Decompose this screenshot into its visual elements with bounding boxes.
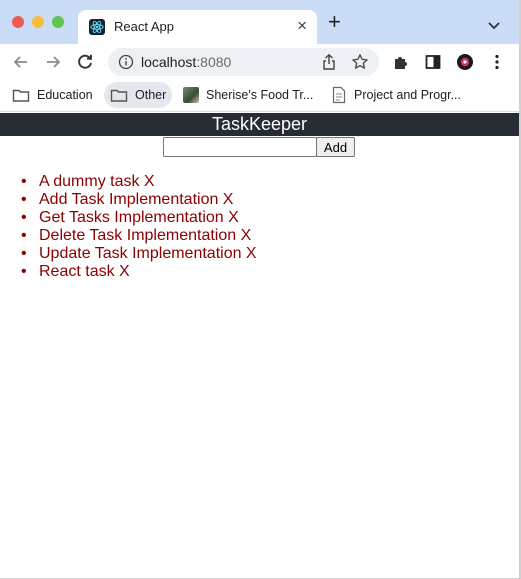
bookmark-label: Project and Progr... xyxy=(354,88,462,102)
bookmark-education[interactable]: Education xyxy=(6,82,99,108)
site-thumbnail-icon xyxy=(183,87,199,103)
reload-icon[interactable] xyxy=(75,52,95,72)
url-text: localhost:8080 xyxy=(141,54,231,70)
task-item[interactable]: Get Tasks Implementation X xyxy=(21,209,257,227)
maximize-window-button[interactable] xyxy=(52,16,64,28)
profile-avatar-icon[interactable] xyxy=(455,52,475,72)
bookmark-label: Other xyxy=(135,88,167,102)
tab-search-chevron-icon[interactable] xyxy=(487,18,501,36)
share-icon[interactable] xyxy=(320,53,338,76)
site-info-icon[interactable] xyxy=(118,54,134,75)
url-host: localhost xyxy=(141,54,197,70)
document-icon xyxy=(332,86,346,104)
task-item[interactable]: Delete Task Implementation X xyxy=(21,227,257,245)
task-item[interactable]: React task X xyxy=(21,263,257,281)
browser-menu-icon[interactable] xyxy=(487,52,507,72)
tab-close-icon[interactable]: × xyxy=(297,16,307,36)
close-window-button[interactable] xyxy=(12,16,24,28)
minimize-window-button[interactable] xyxy=(32,16,44,28)
side-panel-icon[interactable] xyxy=(423,52,443,72)
tab-title: React App xyxy=(114,19,174,34)
folder-icon xyxy=(12,89,30,102)
new-tab-button[interactable]: + xyxy=(328,11,341,33)
task-list: A dummy task X Add Task Implementation X… xyxy=(21,173,257,281)
extensions-puzzle-icon[interactable] xyxy=(391,52,411,72)
browser-window: React App × + localhost:8080 Education O… xyxy=(0,0,521,579)
task-input[interactable] xyxy=(163,137,317,157)
task-item[interactable]: Update Task Implementation X xyxy=(21,245,257,263)
forward-arrow-icon[interactable] xyxy=(43,52,63,72)
app-title: TaskKeeper xyxy=(0,113,519,136)
browser-toolbar: localhost:8080 xyxy=(0,44,519,80)
tab-react-app[interactable]: React App × xyxy=(78,10,317,44)
task-item[interactable]: A dummy task X xyxy=(21,173,257,191)
add-task-button[interactable]: Add xyxy=(316,137,355,157)
bookmark-sherises-food[interactable]: Sherise's Food Tr... xyxy=(177,82,319,108)
task-item[interactable]: Add Task Implementation X xyxy=(21,191,257,209)
tab-strip: React App × + xyxy=(0,0,519,44)
bookmarks-bar: Education Other Sherise's Food Tr... Pro… xyxy=(0,80,519,112)
address-bar[interactable]: localhost:8080 xyxy=(108,48,379,76)
folder-icon xyxy=(110,89,128,102)
bookmark-star-icon[interactable] xyxy=(351,53,369,76)
bookmark-label: Education xyxy=(37,88,93,102)
bookmark-project-and-progr[interactable]: Project and Progr... xyxy=(325,82,467,108)
back-arrow-icon[interactable] xyxy=(11,52,31,72)
bookmark-other[interactable]: Other xyxy=(104,82,173,108)
url-port: :8080 xyxy=(196,54,232,70)
bookmark-label: Sherise's Food Tr... xyxy=(206,88,314,102)
react-favicon-icon xyxy=(89,19,105,35)
